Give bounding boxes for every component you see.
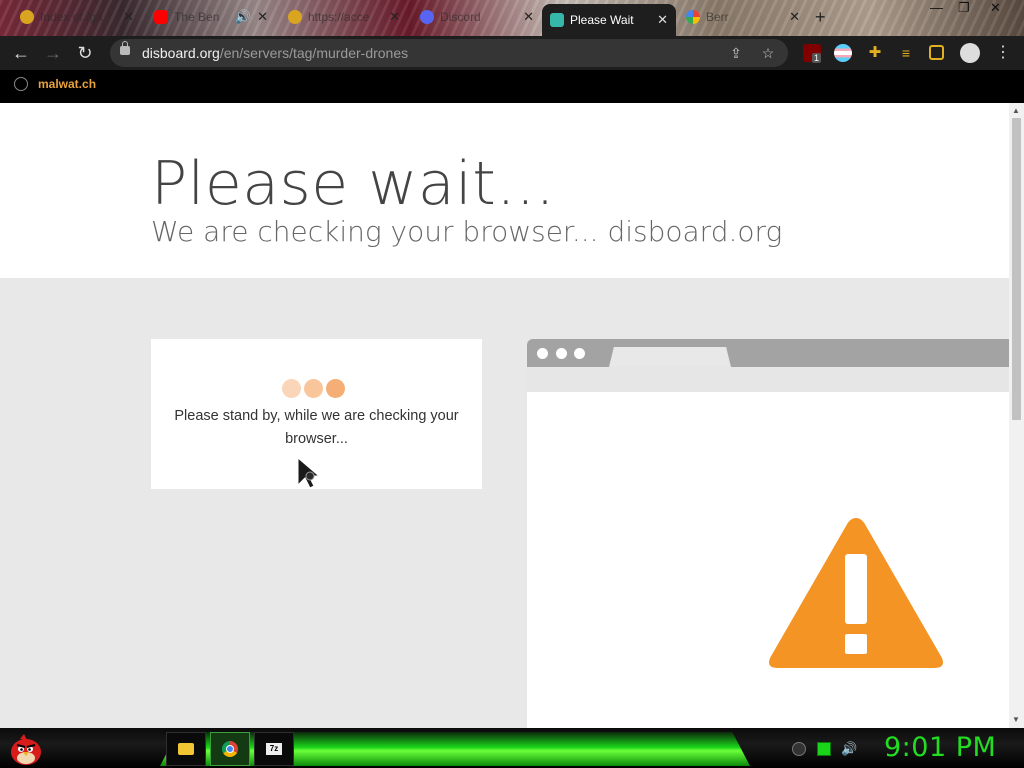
tab-discord[interactable]: Discord ✕ [412, 4, 542, 30]
tab-the-ben[interactable]: The Ben 🔊 ✕ [146, 4, 276, 30]
close-window-button[interactable]: ✕ [990, 0, 1001, 16]
star-icon[interactable]: ☆ [760, 45, 776, 61]
taskbar-clock[interactable]: 9:01 PM [884, 732, 996, 763]
back-arrow-icon[interactable]: ← [10, 42, 32, 64]
browser-toolbar: ← → ↻ disboard.org/en/servers/tag/murder… [0, 36, 1024, 70]
scroll-up-icon[interactable]: ▲ [1012, 106, 1020, 115]
loading-dot [282, 379, 301, 398]
browser-illustration [527, 339, 1009, 728]
google-icon [686, 10, 700, 24]
warning-triangle-icon [769, 518, 943, 668]
address-bar[interactable]: disboard.org/en/servers/tag/murder-drone… [110, 39, 788, 67]
forward-arrow-icon[interactable]: → [42, 42, 64, 64]
scroll-thumb[interactable] [1012, 118, 1021, 420]
restore-button[interactable]: ❐ [958, 0, 970, 16]
tab-title: Berr [706, 10, 729, 24]
page-subtitle: We are checking your browser... disboard… [151, 215, 783, 248]
close-icon[interactable]: ✕ [257, 9, 268, 25]
tab-google[interactable]: Berr ✕ [678, 4, 808, 30]
tab-title: Discord [440, 10, 481, 24]
network-icon[interactable] [817, 742, 831, 756]
trans-flag-extension-icon[interactable] [834, 44, 852, 62]
tab-acce[interactable]: https://acce ✕ [280, 4, 408, 30]
taskbar-chrome[interactable] [210, 732, 250, 766]
globe-icon [14, 77, 28, 91]
taskbar: 7z 🔊 9:01 PM [0, 728, 1024, 768]
scroll-down-icon[interactable]: ▼ [1012, 715, 1020, 724]
illustration-dot [537, 348, 548, 359]
reload-icon[interactable]: ↻ [74, 42, 96, 64]
url-path: /en/servers/tag/murder-drones [219, 45, 409, 61]
youtube-icon [154, 10, 168, 24]
discord-icon [420, 10, 434, 24]
taskbar-file-explorer[interactable] [166, 732, 206, 766]
audio-icon[interactable]: 🔊 [235, 9, 251, 25]
page-content: Please wait... We are checking your brow… [0, 103, 1009, 728]
new-tab-button[interactable]: + [815, 7, 826, 28]
mouse-cursor-icon [297, 457, 321, 489]
page-title: Please wait... [151, 149, 556, 219]
tray-chevron-icon[interactable] [792, 742, 806, 756]
gold-coin-icon [288, 10, 302, 24]
close-icon[interactable]: ✕ [523, 9, 534, 25]
hero-header: Please wait... We are checking your brow… [0, 103, 1009, 278]
disboard-icon [550, 13, 564, 27]
illustration-body [527, 392, 1009, 728]
tab-title: https://acce [308, 10, 370, 24]
tab-index-of[interactable]: Index of /ga ✕ [12, 4, 142, 30]
file-explorer-icon [178, 743, 194, 755]
chrome-icon [222, 741, 238, 757]
loading-dot [326, 379, 345, 398]
url-host: disboard.org [142, 45, 220, 61]
menu-kebab-icon[interactable]: ⋮ [992, 42, 1014, 64]
illustration-strip [527, 367, 1009, 392]
status-message: Please stand by, while we are checking y… [174, 408, 459, 447]
tab-please-wait[interactable]: Please Wait ✕ [542, 4, 676, 36]
illustration-dot [574, 348, 585, 359]
illustration-dot [556, 348, 567, 359]
illustration-tab [609, 347, 731, 367]
page-scrollbar[interactable]: ▲ ▼ [1009, 103, 1024, 728]
close-icon[interactable]: ✕ [657, 12, 668, 28]
bookmark-malwatch[interactable]: malwat.ch [14, 77, 96, 91]
close-icon[interactable]: ✕ [389, 9, 400, 25]
puzzle-icon[interactable]: ✚ [866, 44, 884, 62]
lock-icon[interactable] [120, 41, 130, 55]
close-icon[interactable]: ✕ [123, 9, 134, 25]
bookmark-label: malwat.ch [38, 77, 97, 91]
minimize-button[interactable]: — [930, 0, 943, 15]
gold-coin-icon [20, 10, 34, 24]
tab-title: Index of /ga [40, 10, 103, 24]
bookmarks-bar: malwat.ch [0, 70, 1024, 103]
taskbar-7zip[interactable]: 7z [254, 732, 294, 766]
ublock-icon[interactable]: 1 [803, 44, 822, 63]
side-panel-icon[interactable] [929, 45, 944, 60]
tab-title: Please Wait [570, 13, 634, 27]
7zip-icon: 7z [266, 743, 282, 755]
url-text[interactable]: disboard.org/en/servers/tag/murder-drone… [142, 45, 408, 61]
close-icon[interactable]: ✕ [789, 9, 800, 25]
volume-icon[interactable]: 🔊 [841, 742, 857, 756]
start-button-angry-bird-icon[interactable] [8, 731, 44, 767]
share-icon[interactable]: ⇪ [728, 45, 744, 61]
illustration-titlebar [527, 339, 1009, 367]
loading-dot [304, 379, 323, 398]
media-queue-icon[interactable]: ≡ [897, 44, 915, 62]
profile-avatar-icon[interactable] [960, 43, 980, 63]
tab-title: The Ben [174, 10, 220, 24]
loading-dots [282, 379, 345, 398]
tab-strip: Index of /ga ✕ The Ben 🔊 ✕ https://acce … [0, 0, 1024, 36]
ublock-badge: 1 [812, 53, 822, 63]
